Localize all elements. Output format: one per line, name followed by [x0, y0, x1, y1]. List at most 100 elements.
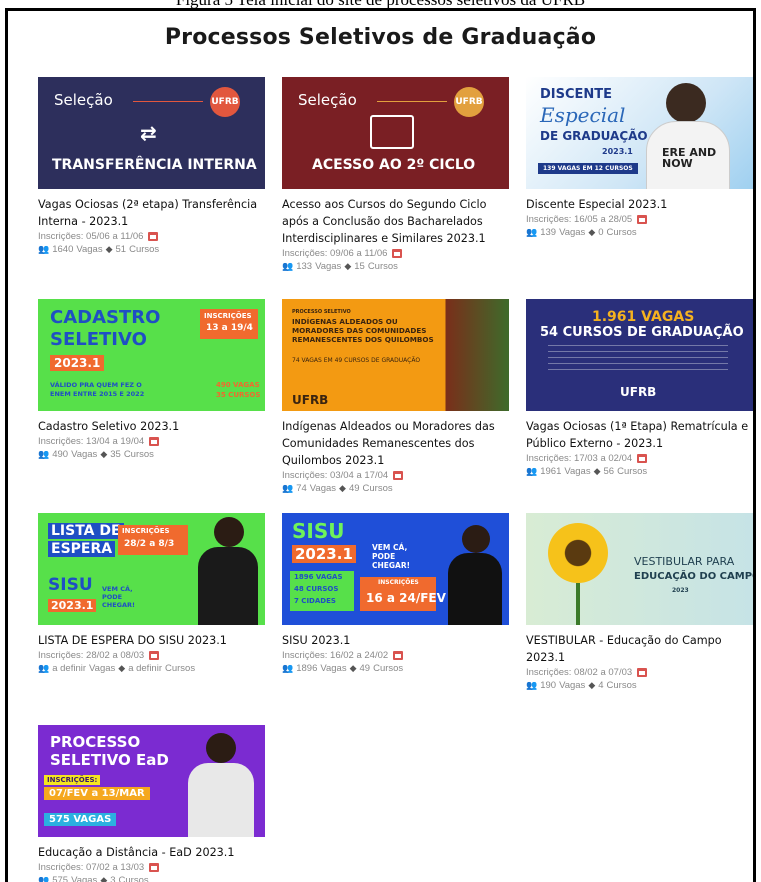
inscricoes-dates: 13 a 19/4 — [206, 323, 253, 333]
exchange-arrows-icon: ⇄ — [140, 121, 157, 145]
card-title[interactable]: Acesso aos Cursos do Segundo Ciclo após … — [282, 196, 514, 247]
thumb-bottom-text: TRANSFERÊNCIA INTERNA — [52, 157, 257, 173]
inscricoes-dates: 07/FEV a 13/MAR — [44, 787, 150, 800]
person-body — [198, 547, 258, 625]
process-card-indigenas-quilombolas: PROCESSO SELETIVO INDÍGENAS ALDEADOS OU … — [282, 299, 514, 495]
process-card-segundo-ciclo: Seleção UFRB ACESSO AO 2º CICLO Acesso a… — [282, 77, 514, 273]
users-icon: 👥 — [38, 663, 50, 673]
thumb-line-2: 74 VAGAS EM 49 CURSOS DE GRADUAÇÃO — [292, 357, 421, 364]
card-thumbnail[interactable]: Seleção UFRB ACESSO AO 2º CICLO — [282, 77, 509, 189]
users-icon: 👥 — [282, 663, 294, 673]
process-card-transferencia: Seleção UFRB ⇄ TRANSFERÊNCIA INTERNA Vag… — [38, 77, 270, 256]
users-icon: 👥 — [282, 483, 294, 493]
calendar-icon[interactable] — [149, 651, 160, 660]
tag-icon: ◆ — [588, 227, 596, 237]
thumb-top-text: Seleção — [298, 91, 357, 109]
thumb-line-2: Especial — [540, 103, 626, 127]
card-inscricoes: Inscrições: 13/04 a 19/04 — [38, 435, 270, 448]
sunflower-stem — [576, 583, 580, 625]
calendar-icon[interactable] — [393, 471, 404, 480]
thumb-line-0: PROCESSO SELETIVO — [292, 309, 351, 315]
card-thumbnail[interactable]: PROCESSO SELETIVO EaD INSCRIÇÕES: 07/FEV… — [38, 725, 265, 837]
card-title[interactable]: SISU 2023.1 — [282, 632, 514, 649]
person-head — [206, 733, 236, 763]
thumb-line-2: 2023.1 — [292, 545, 356, 563]
thumb-line-1: INDÍGENAS ALDEADOS OU MORADORES DAS COMU… — [292, 317, 434, 344]
thumb-line-3: VEM CÁ, PODE CHEGAR! — [372, 543, 411, 570]
tag-icon: ◆ — [349, 663, 357, 673]
inscricoes-dates: 28/2 a 8/3 — [124, 539, 175, 549]
inscricoes-label: INSCRIÇÕES — [122, 527, 170, 535]
thumb-top-text: Seleção — [54, 91, 113, 109]
person-body — [448, 553, 502, 625]
ufrb-logo: UFRB — [454, 87, 484, 117]
card-inscricoes: Inscrições: 17/03 a 02/04 — [526, 452, 758, 465]
thumb-line-2: ESPERA — [48, 541, 116, 557]
tag-icon: ◆ — [118, 663, 126, 673]
calendar-icon[interactable] — [149, 863, 160, 872]
card-title[interactable]: Educação a Distância - EaD 2023.1 — [38, 844, 270, 861]
card-thumbnail[interactable]: LISTA DE ESPERA INSCRIÇÕES 28/2 a 8/3 SI… — [38, 513, 265, 625]
card-stats: 👥 74 Vagas ◆ 49 Cursos — [282, 483, 393, 494]
thumb-line-1: DISCENTE — [540, 87, 613, 102]
shirt-text: ERE AND NOW — [662, 146, 717, 170]
users-icon: 👥 — [526, 227, 538, 237]
thumb-vagas: 490 VAGAS — [216, 381, 260, 389]
card-thumbnail[interactable]: CADASTRO SELETIVO 2023.1 VÁLIDO PRA QUEM… — [38, 299, 265, 411]
inscricoes-label: INSCRIÇÕES — [378, 579, 419, 586]
inscricoes-dates: 16 a 24/FEV — [366, 591, 446, 605]
thumb-line-1: 1.961 VAGAS — [592, 309, 695, 325]
card-stats: 👥 190 Vagas ◆ 4 Cursos — [526, 680, 637, 691]
thumb-line-5: 139 VAGAS EM 12 CURSOS — [538, 163, 638, 174]
process-card-educacao-campo: VESTIBULAR PARA EDUCAÇÃO DO CAMPO 2023 V… — [526, 513, 758, 692]
page-frame: Processos Seletivos de Graduação Seleção… — [5, 8, 756, 882]
card-inscricoes: Inscrições: 07/02 a 13/03 — [38, 861, 270, 874]
card-thumbnail[interactable]: Seleção UFRB ⇄ TRANSFERÊNCIA INTERNA — [38, 77, 265, 189]
thumb-line-2: SELETIVO — [50, 329, 147, 350]
process-card-lista-espera-sisu: LISTA DE ESPERA INSCRIÇÕES 28/2 a 8/3 SI… — [38, 513, 270, 675]
figure-caption: Figura 5 Tela inicial do site de process… — [0, 0, 761, 8]
thumb-bottom-text: ACESSO AO 2º CICLO — [312, 157, 476, 173]
calendar-icon[interactable] — [392, 249, 403, 258]
thumb-line-1: LISTA DE — [48, 523, 124, 539]
tag-icon: ◆ — [105, 244, 113, 254]
card-thumbnail[interactable]: 1.961 VAGAS 54 CURSOS DE GRADUAÇÃO UFRB — [526, 299, 753, 411]
card-inscricoes: Inscrições: 05/06 a 11/06 — [38, 230, 270, 243]
card-thumbnail[interactable]: VESTIBULAR PARA EDUCAÇÃO DO CAMPO 2023 — [526, 513, 753, 625]
thumb-line — [133, 101, 203, 102]
card-title[interactable]: Discente Especial 2023.1 — [526, 196, 758, 213]
card-thumbnail[interactable]: PROCESSO SELETIVO INDÍGENAS ALDEADOS OU … — [282, 299, 509, 411]
tag-icon: ◆ — [100, 875, 108, 882]
tag-icon: ◆ — [339, 483, 346, 493]
users-icon: 👥 — [526, 466, 538, 476]
thumb-line-4: VÁLIDO PRA QUEM FEZ O ENEM ENTRE 2015 E … — [50, 381, 145, 398]
card-title[interactable]: Indígenas Aldeados ou Moradores das Comu… — [282, 418, 514, 469]
thumb-fineprint — [548, 345, 728, 375]
calendar-icon[interactable] — [149, 437, 160, 446]
thumb-line-1: SISU — [292, 519, 345, 543]
thumb-line-5: VEM CÁ, PODE CHEGAR! — [102, 585, 135, 609]
card-inscricoes: Inscrições: 03/04 a 17/04 — [282, 469, 514, 482]
ufrb-logo: UFRB — [210, 87, 240, 117]
calendar-icon[interactable] — [637, 215, 648, 224]
card-title[interactable]: Vagas Ociosas (2ª etapa) Transferência I… — [38, 196, 270, 230]
calendar-icon[interactable] — [148, 232, 159, 241]
calendar-icon[interactable] — [637, 668, 648, 677]
card-thumbnail[interactable]: SISU 2023.1 VEM CÁ, PODE CHEGAR! 1896 VA… — [282, 513, 509, 625]
card-stats: 👥 139 Vagas ◆ 0 Cursos — [526, 227, 637, 238]
calendar-icon[interactable] — [393, 651, 404, 660]
process-card-discente-especial: DISCENTE Especial DE GRADUAÇÃO 2023.1 13… — [526, 77, 758, 239]
card-title[interactable]: Cadastro Seletivo 2023.1 — [38, 418, 270, 435]
card-thumbnail[interactable]: DISCENTE Especial DE GRADUAÇÃO 2023.1 13… — [526, 77, 753, 189]
card-inscricoes: Inscrições: 08/02 a 07/03 — [526, 666, 758, 679]
card-title[interactable]: LISTA DE ESPERA DO SISU 2023.1 — [38, 632, 270, 649]
thumb-cursos: 48 CURSOS — [294, 585, 339, 593]
inscricoes-label: INSCRIÇÕES: — [44, 775, 101, 785]
person-head — [666, 83, 706, 123]
ufrb-logo: UFRB — [292, 393, 329, 407]
calendar-icon[interactable] — [637, 454, 648, 463]
card-title[interactable]: VESTIBULAR - Educação do Campo 2023.1 — [526, 632, 758, 666]
users-icon: 👥 — [38, 875, 50, 882]
card-title[interactable]: Vagas Ociosas (1ª Etapa) Rematrícula e P… — [526, 418, 758, 452]
tag-icon: ◆ — [593, 466, 601, 476]
